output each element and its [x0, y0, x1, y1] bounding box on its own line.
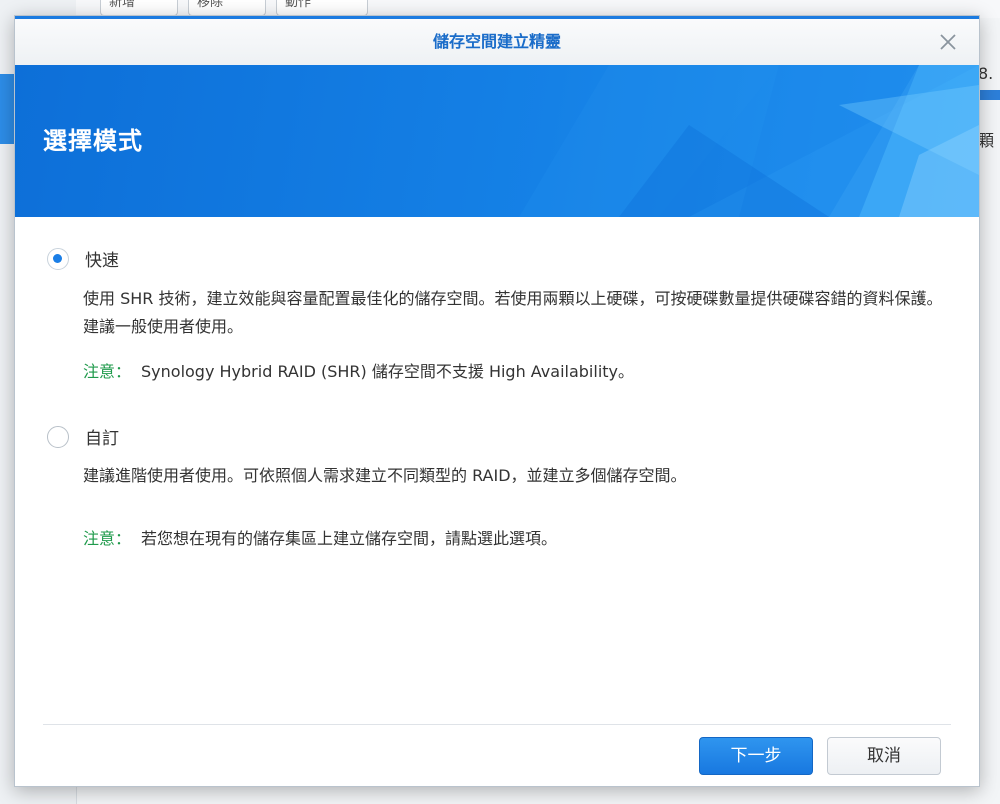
- background-progress-bar: [980, 90, 1000, 100]
- background-sidebar-selection: [0, 74, 14, 144]
- option-custom-description: 建議進階使用者使用。可依照個人需求建立不同類型的 RAID，並建立多個儲存空間。: [83, 466, 687, 485]
- background-add-button[interactable]: 新增: [100, 0, 178, 16]
- option-quick-description: 使用 SHR 技術，建立效能與容量配置最佳化的儲存空間。若使用兩顆以上硬碟，可按…: [83, 289, 943, 336]
- note-text: Synology Hybrid RAID (SHR) 儲存空間不支援 High …: [141, 362, 635, 381]
- option-custom[interactable]: 自訂: [47, 424, 119, 449]
- radio-quick[interactable]: [47, 247, 69, 270]
- dialog-title: 儲存空間建立精靈: [432, 32, 561, 51]
- background-action-button[interactable]: 動作: [276, 0, 368, 16]
- option-quick-note: 注意： Synology Hybrid RAID (SHR) 儲存空間不支援 Hi…: [83, 358, 634, 382]
- dialog-content: 快速 使用 SHR 技術，建立效能與容量配置最佳化的儲存空間。若使用兩顆以上硬碟…: [15, 217, 979, 716]
- close-icon: [940, 34, 956, 50]
- close-button[interactable]: [937, 31, 959, 53]
- option-quick[interactable]: 快速: [47, 246, 119, 271]
- background-right-text: 8.: [978, 64, 994, 83]
- next-button[interactable]: 下一步: [699, 737, 813, 775]
- option-custom-note: 注意： 若您想在現有的儲存集區上建立儲存空間，請點選此選項。: [83, 525, 557, 549]
- step-title: 選擇模式: [43, 127, 143, 155]
- background-right-text: 顆: [978, 131, 995, 150]
- footer-divider: [43, 724, 951, 725]
- note-text: 若您想在現有的儲存集區上建立儲存空間，請點選此選項。: [141, 529, 558, 548]
- note-label: 注意：: [83, 529, 132, 548]
- banner-decoration: [519, 65, 979, 217]
- note-label: 注意：: [83, 362, 132, 381]
- option-quick-label: 快速: [85, 251, 119, 271]
- option-custom-label: 自訂: [85, 429, 119, 449]
- radio-custom[interactable]: [47, 425, 69, 448]
- cancel-button[interactable]: 取消: [827, 737, 941, 775]
- background-remove-button[interactable]: 移除: [188, 0, 266, 16]
- header-banner: 選擇模式: [15, 65, 979, 217]
- dialog-titlebar[interactable]: 儲存空間建立精靈: [15, 19, 979, 66]
- storage-wizard-dialog: 儲存空間建立精靈 選擇模式 快速 使用 SHR 技術，建立效能與容量配置最佳化的…: [14, 15, 980, 787]
